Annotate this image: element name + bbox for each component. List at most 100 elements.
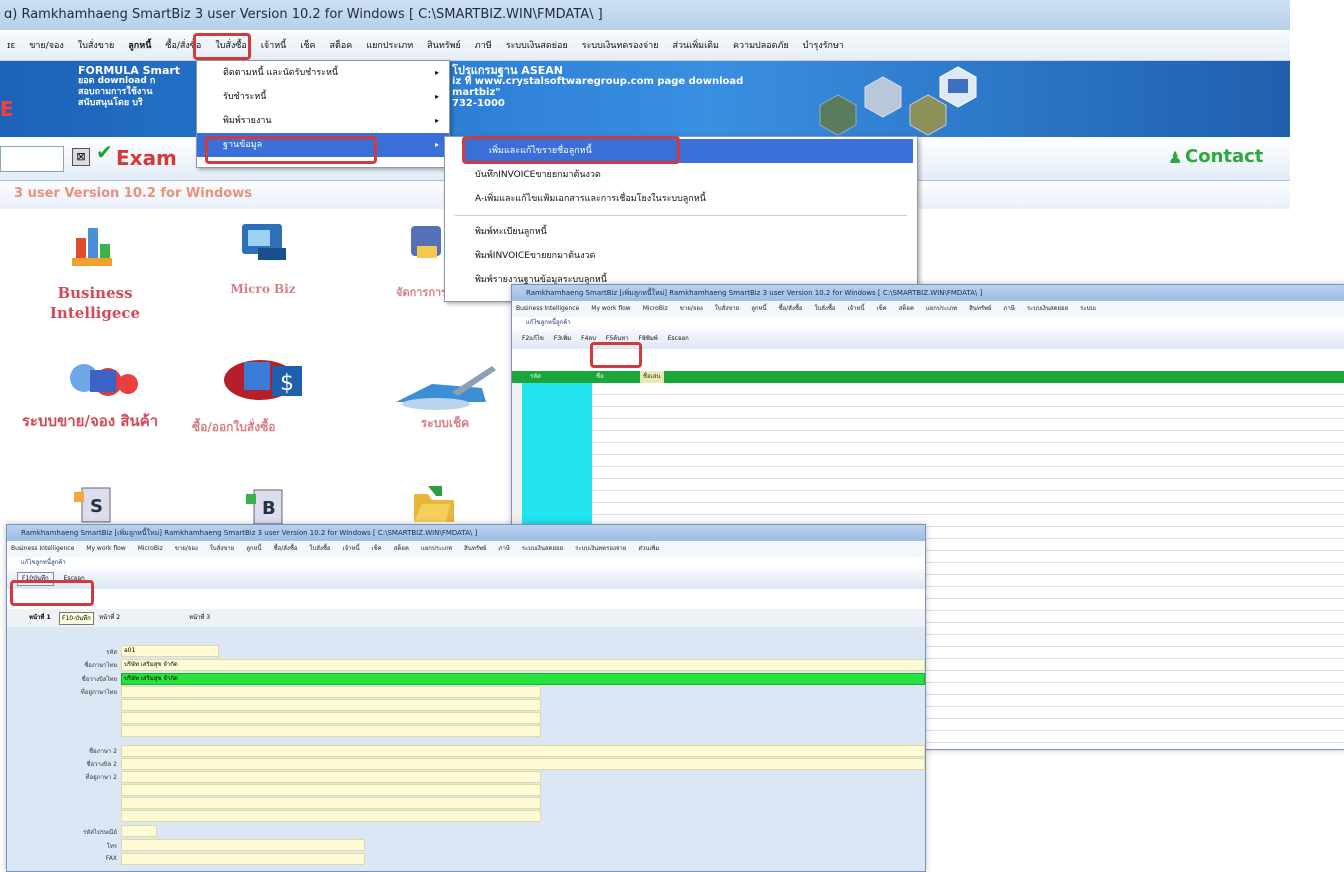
- menu-item[interactable]: ระบบเงินสดย่อย: [522, 545, 563, 552]
- module-label-sales[interactable]: ระบบขาย/จอง สินค้า: [20, 410, 160, 432]
- module-b-icon[interactable]: B: [244, 488, 288, 526]
- menu-item[interactable]: เจ้าหนี้: [848, 305, 865, 312]
- submenu-item-file-links[interactable]: A-เพิ่มและแก้ไขแฟ้มเอกสารและการเชื่อมโยง…: [445, 187, 917, 211]
- addr-th-field-2[interactable]: [121, 699, 541, 711]
- menu-item-maintenance[interactable]: บำรุงรักษา: [796, 32, 851, 60]
- folder-icon[interactable]: [410, 484, 458, 526]
- menu-item[interactable]: สต็อค: [899, 305, 914, 312]
- tab-page-1[interactable]: หน้าที่ 1: [29, 609, 51, 627]
- menu-item[interactable]: ระบบเ: [1080, 305, 1096, 312]
- banner-line: โปรแกรมฐาน ASEAN: [452, 64, 563, 77]
- menu-item[interactable]: สินทรัพย์: [969, 305, 991, 312]
- tab-page-2[interactable]: หน้าที่ 2: [99, 609, 120, 627]
- addr-th-field-3[interactable]: [121, 712, 541, 724]
- dropdown-item-print-report[interactable]: พิมพ์รายงาน ▸: [197, 109, 449, 133]
- tel-field[interactable]: [121, 839, 365, 851]
- addr2-field-1[interactable]: [121, 771, 541, 783]
- menu-item-stock[interactable]: สต็อค: [323, 32, 360, 60]
- menu-item[interactable]: MicroBiz: [643, 305, 668, 312]
- menu-item[interactable]: ใบสั่งขาย: [210, 545, 234, 552]
- menu-item[interactable]: MicroBiz: [138, 545, 163, 552]
- module-label-purchase[interactable]: ซื้อ/ออกใบสั่งซื้อ: [192, 418, 352, 437]
- menu-item-security[interactable]: ความปลอดภัย: [726, 32, 796, 60]
- menu-item[interactable]: ภาษี: [499, 545, 510, 552]
- fax-field[interactable]: [121, 853, 365, 865]
- module-s-icon[interactable]: S: [72, 486, 116, 526]
- dropdown-item-debt-followup[interactable]: ติดตามหนี้ และนัดรับชำระหนี้ ▸: [197, 61, 449, 85]
- menu-item[interactable]: เช็ค: [877, 305, 887, 312]
- bill-th-field[interactable]: บริษัท เสริมสุข จำกัด: [121, 673, 925, 685]
- code-field[interactable]: a01: [121, 645, 219, 657]
- menu-item[interactable]: ขาย/จอง: [175, 545, 198, 552]
- sales-system-icon[interactable]: [62, 356, 146, 408]
- grid-header-name[interactable]: ชื่อ: [596, 371, 604, 383]
- name2-field[interactable]: [121, 745, 925, 757]
- contact-label[interactable]: Contact: [1185, 146, 1263, 167]
- menu-item[interactable]: ใบสั่งซื้อ: [310, 545, 331, 552]
- exit-button[interactable]: Escออก: [668, 329, 689, 349]
- microbiz-icon[interactable]: [238, 218, 288, 264]
- edit-button[interactable]: F2แก้ไข: [522, 329, 544, 349]
- menu-item-debtor[interactable]: ลูกหนี้: [121, 32, 158, 60]
- add-button[interactable]: F3เพิ่ม: [554, 329, 571, 349]
- menu-item-assets[interactable]: สินทรัพย์: [420, 32, 468, 60]
- menu-item[interactable]: My work flow: [591, 305, 630, 312]
- zip-field[interactable]: [121, 825, 157, 837]
- search-box[interactable]: [0, 146, 64, 172]
- business-intelligence-icon[interactable]: [70, 222, 114, 268]
- menu-item[interactable]: แยกประเภท: [926, 305, 957, 312]
- addr2-field-3[interactable]: [121, 797, 541, 809]
- menu-item[interactable]: สต็อค: [394, 545, 409, 552]
- submenu-item-print-register[interactable]: พิมพ์ทะเบียนลูกหนี้: [445, 220, 917, 244]
- addr2-field-4[interactable]: [121, 810, 541, 822]
- menu-item[interactable]: ลูกหนี้: [246, 545, 261, 552]
- menu-item[interactable]: Business Intelligence: [516, 305, 579, 312]
- menu-item[interactable]: ซื้อ/สั่งซื้อ: [274, 545, 298, 552]
- menu-item[interactable]: ส่วนเพิ่ม: [638, 545, 659, 552]
- menu-item[interactable]: ใบสั่งซื้อ: [815, 305, 836, 312]
- menu-item-creditor[interactable]: เจ้าหนี้: [254, 32, 294, 60]
- menu-item[interactable]: เจ้าหนี้: [343, 545, 360, 552]
- menu-item-petty-cash[interactable]: ระบบเงินสดย่อย: [499, 32, 575, 60]
- example-checkbox-icon[interactable]: ✔: [96, 142, 114, 162]
- menu-item[interactable]: My work flow: [86, 545, 125, 552]
- menu-item[interactable]: ระบบเงินสดย่อย: [1027, 305, 1068, 312]
- example-label[interactable]: Exam: [116, 146, 177, 170]
- name-th-label: ชื่อภาษาไทย: [84, 662, 117, 669]
- purchase-order-icon[interactable]: $: [220, 352, 310, 404]
- menu-item-sales[interactable]: ขาย/จอง: [22, 32, 71, 60]
- dropdown-item-receive-payment[interactable]: รับชำระหนี้ ▸: [197, 85, 449, 109]
- menu-item[interactable]: แยกประเภท: [421, 545, 452, 552]
- submenu-item-record-invoice[interactable]: บันทึกINVOICEขายยกมาต้นงวด: [445, 163, 917, 187]
- menu-item-advance[interactable]: ระบบเงินทดรองจ่าย: [575, 32, 666, 60]
- module-label-business[interactable]: Business Intelligece: [40, 283, 150, 323]
- menu-item[interactable]: ภาษี: [1004, 305, 1015, 312]
- menu-item[interactable]: Business Intelligence: [11, 545, 74, 552]
- menu-item-extra[interactable]: ส่วนเพิ่มเติม: [665, 32, 726, 60]
- bill2-field[interactable]: [121, 758, 925, 770]
- menu-item[interactable]: เช็ค: [372, 545, 382, 552]
- menu-item[interactable]: ระบบเงินทดรองจ่าย: [575, 545, 626, 552]
- menu-item[interactable]: สินทรัพย์: [464, 545, 486, 552]
- menu-item-sales-order[interactable]: ใบสั่งขาย: [71, 32, 121, 60]
- tab-page-3[interactable]: หน้าที่ 3: [189, 609, 210, 627]
- menu-item[interactable]: ขาย/จอง: [680, 305, 703, 312]
- submenu-item-print-invoice[interactable]: พิมพ์INVOICEขายยกมาต้นงวด: [445, 244, 917, 268]
- grid-header-nickname[interactable]: ชื่อเล่น: [640, 371, 664, 383]
- menu-item-ledger[interactable]: แยกประเภท: [359, 32, 420, 60]
- grid-header-code[interactable]: รหัส: [530, 371, 541, 383]
- addr-th-field-1[interactable]: [121, 686, 541, 698]
- menu-item-0[interactable]: ɪɛ: [0, 32, 22, 60]
- menu-item[interactable]: ใบสั่งขาย: [715, 305, 739, 312]
- menu-item[interactable]: ซื้อ/สั่งซื้อ: [779, 305, 803, 312]
- addr2-field-2[interactable]: [121, 784, 541, 796]
- module-label-microbiz[interactable]: Micro Biz: [218, 282, 308, 296]
- menu-item-tax[interactable]: ภาษี: [468, 32, 499, 60]
- addr-th-field-4[interactable]: [121, 725, 541, 737]
- module-label-cheque[interactable]: ระบบเช็ค: [410, 414, 480, 433]
- cheque-system-icon[interactable]: [392, 362, 502, 414]
- name-th-field[interactable]: บริษัท เสริมสุข จำกัด: [121, 659, 925, 671]
- menu-item[interactable]: ลูกหนี้: [751, 305, 766, 312]
- management-icon[interactable]: [405, 220, 441, 266]
- menu-item-cheque[interactable]: เช็ค: [293, 32, 322, 60]
